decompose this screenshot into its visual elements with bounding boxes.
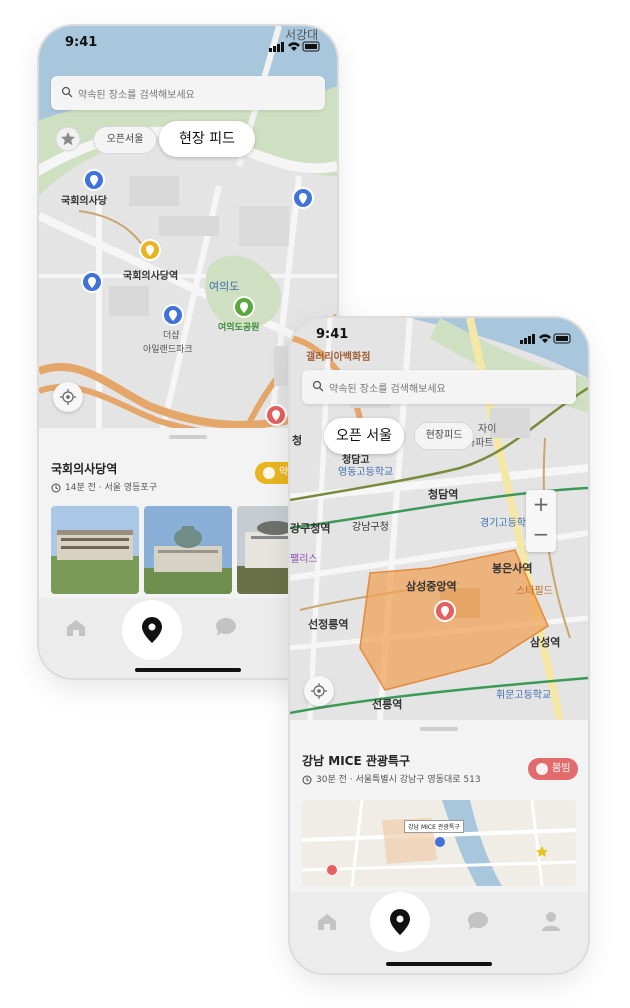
place-meta: 14분 전 · 서울 영등포구 bbox=[51, 480, 157, 493]
search-icon bbox=[61, 86, 73, 98]
map-pin-red-icon[interactable] bbox=[434, 600, 456, 626]
minimap-label: 강남 MICE 관광특구 bbox=[404, 820, 464, 833]
map-label-starfield: 스타필드 bbox=[516, 586, 553, 597]
chip-field-feed[interactable]: 현장피드 bbox=[414, 422, 474, 450]
map-label-samseongjungang-station: 삼성중앙역 bbox=[406, 580, 457, 593]
location-pin-icon bbox=[142, 617, 162, 643]
map-label-mall-2: 아일랜드파크 bbox=[143, 345, 193, 355]
map-pin-blue-icon[interactable] bbox=[83, 169, 105, 195]
map-pin-blue-icon[interactable] bbox=[292, 187, 314, 213]
place-title: 국회의사당역 bbox=[51, 462, 118, 476]
crowd-badge-label: 붐빔 bbox=[552, 763, 571, 774]
chat-icon[interactable] bbox=[466, 910, 490, 932]
map-label-cheongdam-station: 청담역 bbox=[428, 488, 459, 501]
chat-icon[interactable] bbox=[214, 616, 238, 638]
place-photo[interactable] bbox=[51, 506, 139, 594]
map-pin-blue-icon[interactable] bbox=[162, 304, 184, 330]
map-label-bongeunsa-station: 봉은사역 bbox=[492, 562, 533, 575]
location-pin-icon bbox=[390, 909, 410, 935]
chip-open-seoul[interactable]: 오픈서울 bbox=[93, 126, 157, 154]
clock-icon bbox=[51, 483, 61, 492]
map-label-yeouido: 여의도 bbox=[209, 280, 240, 293]
face-icon bbox=[263, 467, 275, 479]
map-label-cheong: 청 bbox=[292, 434, 303, 447]
map-pin-yellow-icon[interactable] bbox=[139, 239, 161, 265]
home-indicator bbox=[135, 668, 241, 672]
map-pin-green-icon[interactable] bbox=[233, 296, 255, 322]
clock-icon bbox=[302, 775, 312, 784]
search-placeholder: 약속된 장소를 검색해보세요 bbox=[78, 90, 195, 101]
place-title: 강남 MICE 관광특구 bbox=[302, 754, 411, 768]
home-indicator bbox=[386, 962, 492, 966]
profile-icon[interactable] bbox=[540, 910, 562, 932]
chip-open-seoul[interactable]: 오픈 서울 bbox=[324, 418, 404, 454]
map-tab-button[interactable] bbox=[370, 892, 430, 952]
sheet-handle[interactable] bbox=[420, 727, 458, 731]
status-time: 9:41 bbox=[316, 327, 349, 342]
map-label-gangnamgu-office: 강남구청 bbox=[352, 522, 389, 533]
place-meta: 30분 전 · 서울특별시 강남구 영동대로 513 bbox=[302, 772, 481, 785]
map-pin-red-icon[interactable] bbox=[265, 404, 287, 430]
place-photo[interactable] bbox=[144, 506, 232, 594]
chip-field-feed[interactable]: 현장 피드 bbox=[159, 121, 255, 157]
map-label-hwimun-hs: 휘문고등학교 bbox=[496, 690, 552, 701]
zoom-controls: + − bbox=[526, 490, 556, 552]
zoom-in-button[interactable]: + bbox=[526, 492, 556, 516]
place-sheet[interactable]: 강남 MICE 관광특구 30분 전 · 서울특별시 강남구 영동대로 513 … bbox=[290, 720, 588, 892]
phone-screen-2: 갤러리아백화점 자이 아파트 청 청담고 영동고등학교 청담역 강구청역 강남구… bbox=[290, 318, 588, 973]
my-location-button[interactable] bbox=[304, 676, 334, 706]
status-time: 9:41 bbox=[65, 35, 98, 50]
map-label-palace: 팰리스 bbox=[290, 554, 318, 565]
search-bar[interactable]: 약속된 장소를 검색해보세요 bbox=[302, 370, 576, 404]
face-icon bbox=[536, 763, 548, 775]
favorite-star-icon[interactable] bbox=[55, 126, 81, 152]
place-meta-text: 14분 전 · 서울 영등포구 bbox=[65, 483, 157, 493]
place-minimap[interactable]: 강남 MICE 관광특구 bbox=[302, 800, 576, 886]
status-bar: 9:41 bbox=[290, 318, 588, 358]
map-label-youngdong-hs: 영동고등학교 bbox=[338, 467, 394, 478]
status-icons bbox=[269, 37, 321, 56]
map-label-assembly-station: 국회의사당역 bbox=[123, 271, 179, 282]
map-tab-button[interactable] bbox=[122, 600, 182, 660]
zoom-out-button[interactable]: − bbox=[526, 522, 556, 546]
search-bar[interactable]: 약속된 장소를 검색해보세요 bbox=[51, 76, 325, 110]
search-icon bbox=[312, 380, 324, 392]
crosshair-icon bbox=[60, 389, 76, 405]
sheet-handle[interactable] bbox=[169, 435, 207, 439]
place-meta-text: 30분 전 · 서울특별시 강남구 영동대로 513 bbox=[316, 775, 481, 785]
tab-bar bbox=[290, 892, 588, 973]
my-location-button[interactable] bbox=[53, 382, 83, 412]
status-icons bbox=[520, 329, 572, 348]
map-pin-blue-icon[interactable] bbox=[81, 271, 103, 297]
crowd-badge: 붐빔 bbox=[528, 758, 579, 780]
map-label-xi: 자이 bbox=[478, 424, 497, 435]
map-label-gyeonggi-hs: 경기고등학 bbox=[480, 518, 526, 529]
crosshair-icon bbox=[311, 683, 327, 699]
map-label-seolleung-station: 선릉역 bbox=[372, 698, 403, 711]
home-icon[interactable] bbox=[316, 912, 338, 932]
status-bar: 9:41 bbox=[39, 26, 337, 66]
search-placeholder: 약속된 장소를 검색해보세요 bbox=[329, 384, 446, 395]
map-label-seonjeongneung-station: 선정릉역 bbox=[308, 618, 349, 631]
map-label-samseong-station: 삼성역 bbox=[530, 636, 561, 649]
map-label-gangnamgu-station: 강구청역 bbox=[290, 522, 331, 535]
home-icon[interactable] bbox=[65, 618, 87, 638]
